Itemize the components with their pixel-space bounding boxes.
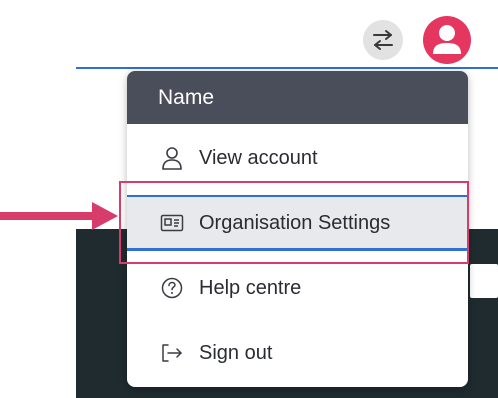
avatar-button[interactable] <box>423 16 471 64</box>
switch-button[interactable] <box>363 20 403 60</box>
menu-item-label: Sign out <box>199 341 273 364</box>
focus-bar-bottom <box>127 248 468 251</box>
id-card-icon <box>159 210 185 236</box>
right-panel <box>470 69 498 229</box>
menu-header: Name <box>127 71 468 124</box>
header-divider <box>76 67 498 69</box>
question-circle-icon <box>159 275 185 301</box>
menu-item-label: View account <box>199 146 318 169</box>
user-avatar-icon <box>433 25 461 54</box>
right-card <box>470 264 498 298</box>
menu-item-help-centre[interactable]: Help centre <box>127 262 468 314</box>
menu-title: Name <box>158 85 215 109</box>
focus-bar-top <box>127 195 468 197</box>
left-panel <box>76 69 128 229</box>
sign-out-icon <box>159 340 185 366</box>
person-icon <box>159 145 185 171</box>
menu-item-organisation-settings[interactable]: Organisation Settings <box>127 195 468 251</box>
swap-arrows-icon <box>373 30 393 50</box>
menu-item-label: Help centre <box>199 276 302 299</box>
menu-item-label: Organisation Settings <box>199 211 391 234</box>
account-dropdown-menu: Name View account Organisation Settings … <box>127 71 468 387</box>
menu-item-view-account[interactable]: View account <box>127 132 468 184</box>
menu-item-sign-out[interactable]: Sign out <box>127 327 468 379</box>
